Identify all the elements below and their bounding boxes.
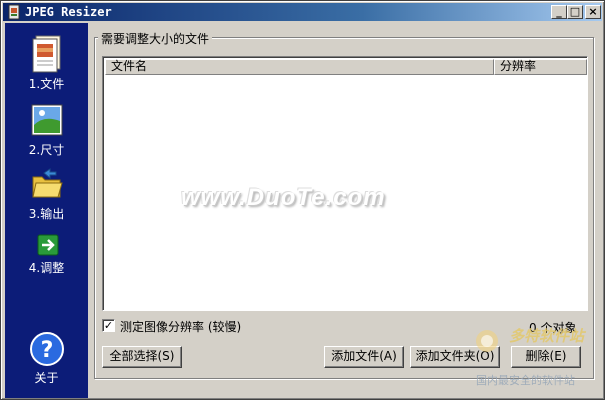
detect-resolution-label[interactable]: 测定图像分辨率 (较慢) [120,318,241,335]
watermark-text: www.DuoTe.com [181,184,386,211]
sidebar-item-label: 3.输出 [28,207,65,221]
sidebar-item-label: 关于 [34,371,59,385]
go-arrow-icon [37,234,58,256]
sidebar-item-output[interactable]: 3.输出 [5,167,88,222]
group-title: 需要调整大小的文件 [98,30,213,47]
sidebar-item-size[interactable]: 2.尺寸 [5,103,88,158]
list-header: 文件名 分辨率 [105,59,587,75]
close-button[interactable]: × [585,5,601,19]
select-all-button[interactable]: 全部选择(S) [102,346,182,368]
maximize-button[interactable]: □ [567,5,583,19]
window-title: JPEG Resizer [25,5,112,19]
title-bar[interactable]: JPEG Resizer _ □ × [3,3,602,21]
sidebar-item-files[interactable]: 1.文件 [5,33,88,92]
watermark-slogan: 国内最安全的软件站 [476,374,575,387]
help-icon: ? [29,332,64,366]
folder-icon [31,168,63,198]
file-icon [32,35,60,73]
sidebar-item-label: 2.尺寸 [28,143,65,157]
app-window: JPEG Resizer _ □ × 1.文件 2.尺寸 3.输出 4.调整 ?… [0,0,605,400]
sidebar-item-label: 1.文件 [28,77,65,91]
svg-text:?: ? [40,338,53,363]
sidebar-item-label: 4.调整 [28,261,65,275]
app-icon [8,4,20,20]
column-header-resolution[interactable]: 分辨率 [494,59,587,75]
sidebar-item-adjust[interactable]: 4.调整 [5,233,88,276]
sidebar: 1.文件 2.尺寸 3.输出 4.调整 ? 关于 [5,23,88,398]
watermark-brand: 多特软件站 [509,327,585,345]
detect-resolution-checkbox[interactable]: ✓ [102,319,115,332]
picture-icon [31,104,62,136]
add-file-button[interactable]: 添加文件(A) [324,346,404,368]
sidebar-item-about[interactable]: ? 关于 [5,331,88,386]
column-header-filename[interactable]: 文件名 [105,59,494,75]
minimize-button[interactable]: _ [551,5,567,19]
